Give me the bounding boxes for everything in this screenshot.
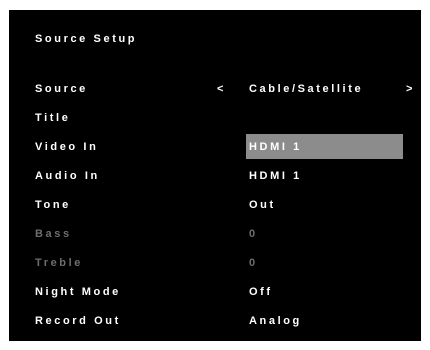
menu-row-value: HDMI 1 xyxy=(249,170,302,182)
menu-row-value: Off xyxy=(249,286,273,298)
menu-row-label: Audio In xyxy=(35,170,100,182)
menu-row-night-mode[interactable]: Night Mode Off xyxy=(9,281,421,303)
page-title: Source Setup xyxy=(35,33,138,45)
menu-row-treble: Treble 0 xyxy=(9,252,421,274)
menu-row-value: Cable/Satellite xyxy=(249,83,364,95)
menu-row-value: HDMI 1 xyxy=(249,141,302,153)
menu-row-audio-in[interactable]: Audio In HDMI 1 xyxy=(9,165,421,187)
menu-row-value: 0 xyxy=(249,257,258,269)
chevron-right-icon[interactable]: > xyxy=(406,82,415,96)
menu-row-label: Treble xyxy=(35,257,84,269)
menu-row-value: Out xyxy=(249,199,276,211)
menu-row-bass: Bass 0 xyxy=(9,223,421,245)
menu-row-label: Tone xyxy=(35,199,71,211)
menu-row-value: 0 xyxy=(249,228,258,240)
menu-row-record-out[interactable]: Record Out Analog xyxy=(9,310,421,332)
menu-row-label: Title xyxy=(35,112,71,124)
menu-row-label: Night Mode xyxy=(35,286,121,298)
menu-row-label: Bass xyxy=(35,228,72,240)
menu-row-value: Analog xyxy=(249,315,302,327)
menu-row-tone[interactable]: Tone Out xyxy=(9,194,421,216)
source-setup-screen: Source Setup Source < Cable/Satellite > … xyxy=(9,10,421,341)
menu-row-video-in[interactable]: Video In HDMI 1 xyxy=(9,134,421,159)
menu-row-label: Video In xyxy=(35,141,99,153)
menu-row-label: Record Out xyxy=(35,315,121,327)
chevron-left-icon[interactable]: < xyxy=(217,82,226,96)
menu-row-title[interactable]: Title xyxy=(9,107,421,129)
menu-row-source[interactable]: Source < Cable/Satellite > xyxy=(9,78,421,100)
menu-row-label: Source xyxy=(35,83,88,95)
